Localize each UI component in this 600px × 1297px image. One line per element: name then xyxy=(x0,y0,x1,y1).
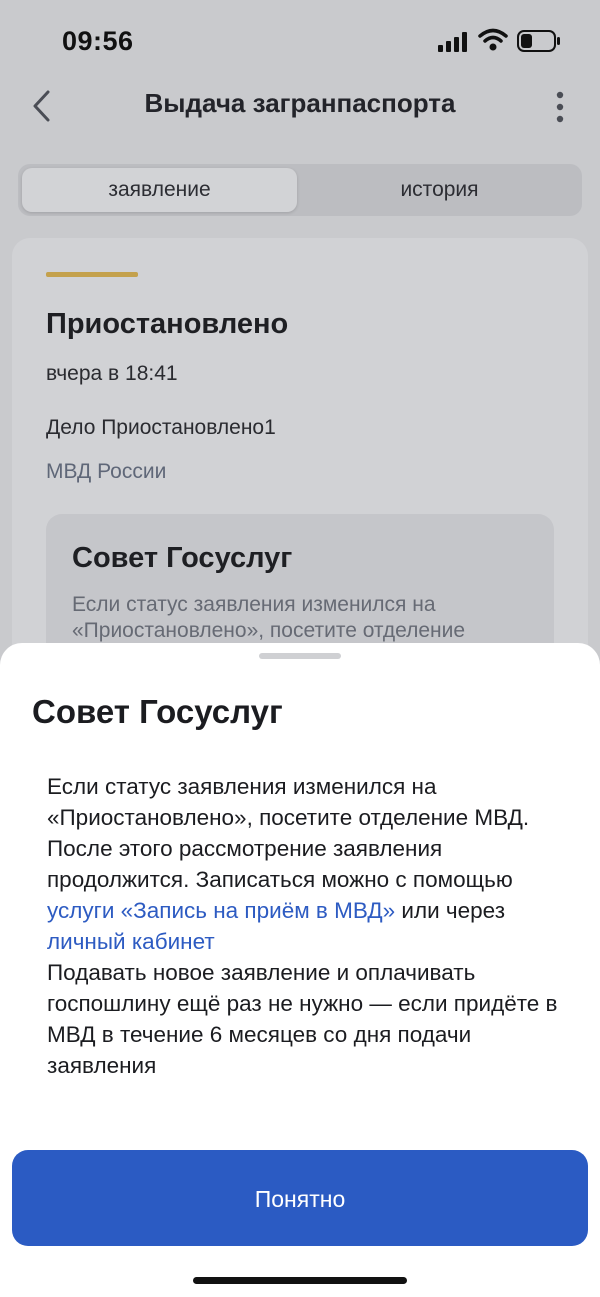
tab-application[interactable]: заявление xyxy=(22,164,297,216)
sheet-title: Совет Госуслуг xyxy=(32,693,283,730)
tabs-segmented-control: заявление история xyxy=(18,164,582,216)
status-accent-bar xyxy=(46,272,138,277)
status-bar: 09:56 xyxy=(0,22,600,62)
cellular-signal-icon xyxy=(438,32,467,52)
sheet-body-text: Если статус заявления изменился на «Прио… xyxy=(47,774,530,892)
status-time: 09:56 xyxy=(62,26,134,56)
bottom-sheet: Совет Госуслуг Если статус заявления изм… xyxy=(0,643,600,1297)
battery-icon xyxy=(517,30,560,52)
organization-name: МВД России xyxy=(46,460,167,483)
more-vertical-icon[interactable] xyxy=(546,90,574,124)
personal-account-link[interactable]: личный кабинет xyxy=(47,929,215,954)
tab-history[interactable]: история xyxy=(301,164,578,216)
appointment-service-link[interactable]: услуги «Запись на приём в МВД» xyxy=(47,898,395,923)
case-name: Дело Приостановлено1 xyxy=(46,416,276,439)
home-indicator[interactable] xyxy=(193,1277,407,1284)
sheet-body: Если статус заявления изменился на «Прио… xyxy=(47,771,567,1081)
sheet-body-text-2: Подавать новое заявление и оплачивать го… xyxy=(47,960,558,1078)
wifi-icon xyxy=(478,28,508,51)
page-title: Выдача загранпаспорта xyxy=(144,88,456,118)
tip-text: Если статус заявления изменился на «Прио… xyxy=(72,593,466,642)
sheet-body-text-mid: или через xyxy=(395,898,506,923)
tip-title: Совет Госуслуг xyxy=(72,542,293,574)
status-time-label: вчера в 18:41 xyxy=(46,362,178,385)
status-title: Приостановлено xyxy=(46,308,289,340)
sheet-grabber-handle[interactable] xyxy=(259,653,341,659)
understood-button[interactable]: Понятно xyxy=(12,1150,588,1246)
